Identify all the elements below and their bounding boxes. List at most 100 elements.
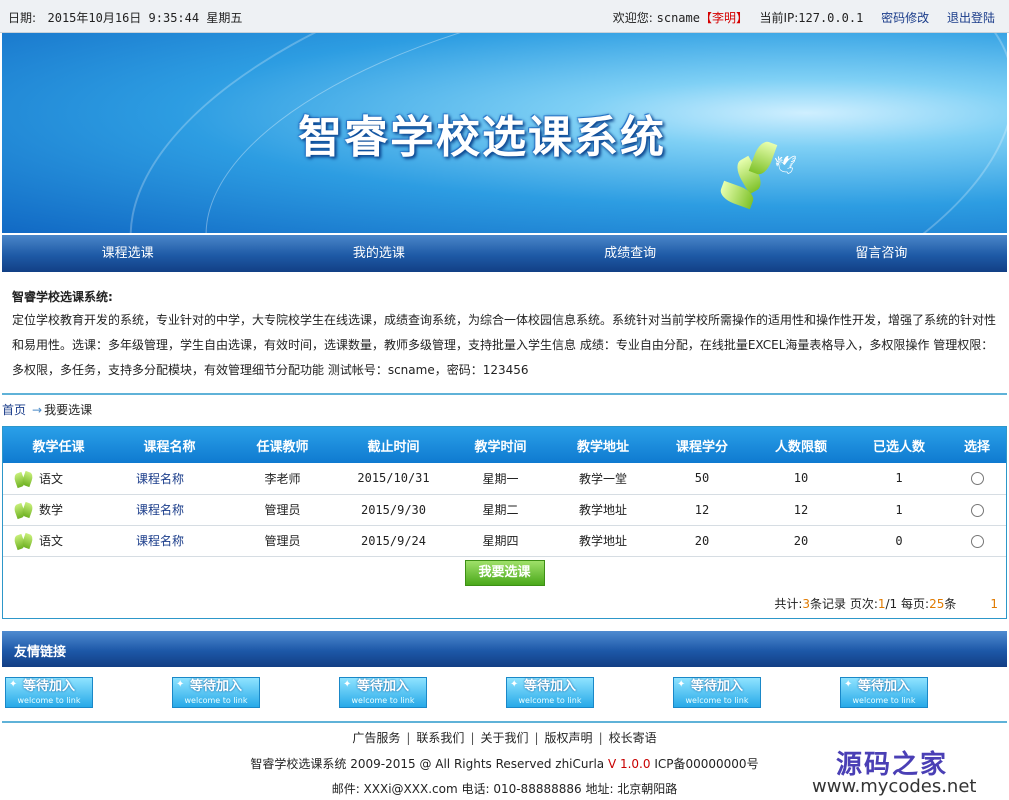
intro-line: 多权限，多任务，支持多分配模块，有效管理细节分配功能 测试帐号：scname，密… [12, 363, 529, 377]
nav-item-grades[interactable]: 成绩查询 [505, 235, 756, 272]
pagination: 共计:3条记录 页次:1/1 每页:25条 1 [774, 595, 998, 612]
course-name-link[interactable]: 课程名称 [136, 503, 184, 517]
footer-divider [2, 721, 1007, 723]
friend-link-button[interactable]: ✦ 等待加入 welcome to link [339, 677, 427, 708]
per-page-unit: 条 [944, 597, 957, 611]
leaf-icon [13, 502, 33, 518]
course-name-link[interactable]: 课程名称 [136, 472, 184, 486]
ip-value: 127.0.0.1 [798, 11, 864, 25]
limit-cell: 12 [752, 494, 850, 526]
select-cell [948, 494, 1006, 526]
intro-line: 和易用性。选课：多年级管理，学生自由选课，有效时间，选课数量，教师多级管理，支持… [12, 338, 994, 352]
footer-link-copyright[interactable]: 版权声明 [545, 731, 593, 745]
icp-text: ICP备00000000号 [650, 757, 759, 771]
breadcrumb: 首页 → 我要选课 [0, 398, 1009, 422]
date-display: 日期: 2015年10月16日 9:35:44 星期五 [8, 9, 242, 26]
bird-icon: 🕊 [774, 155, 797, 176]
version-text: V 1.0.0 [607, 757, 651, 771]
course-cell: 课程名称 [114, 494, 225, 526]
submit-area: 我要选课 [3, 557, 1006, 586]
nav-item-course-selection[interactable]: 课程选课 [2, 235, 253, 272]
place-cell: 教学地址 [554, 494, 652, 526]
chosen-cell: 1 [850, 494, 948, 526]
friend-link-text: 等待加入 [22, 679, 75, 694]
logout-link[interactable]: 退出登陆 [947, 11, 995, 25]
friend-link-button[interactable]: ✦ 等待加入 welcome to link [840, 677, 928, 708]
nav-item-messages[interactable]: 留言咨询 [756, 235, 1007, 272]
select-radio[interactable] [970, 534, 984, 548]
intro-heading: 智睿学校选课系统: [12, 290, 113, 304]
star-icon: ✦ [9, 679, 18, 690]
friend-links-header: 友情链接 [2, 631, 1007, 667]
friend-link-button[interactable]: ✦ 等待加入 welcome to link [5, 677, 93, 708]
top-bar: 日期: 2015年10月16日 9:35:44 星期五 欢迎您: scname【… [0, 0, 1009, 33]
footer-link-about[interactable]: 关于我们 [480, 731, 528, 745]
total-label: 共计: [774, 597, 803, 611]
course-panel: 教学任课 课程名称 任课教师 截止时间 教学时间 教学地址 课程学分 人数限额 … [2, 426, 1007, 619]
site-title: 智睿学校选课系统 [298, 112, 666, 163]
page-separator: /1 每页: [885, 597, 930, 611]
column-header: 教学任课 [3, 427, 114, 463]
per-page-count: 25 [929, 597, 945, 611]
credit-cell: 20 [652, 525, 752, 557]
table-row: 语文 课程名称 管理员 2015/9/24 星期四 教学地址 20 20 0 [3, 525, 1006, 557]
column-header: 教学时间 [447, 427, 554, 463]
subject-cell: 语文 [3, 525, 114, 557]
select-course-button[interactable]: 我要选课 [464, 559, 545, 586]
subject-text: 数学 [39, 502, 64, 517]
star-icon: ✦ [510, 679, 519, 690]
column-header: 人数限额 [752, 427, 850, 463]
column-header: 任课教师 [225, 427, 340, 463]
time-cell: 星期一 [447, 463, 554, 495]
friend-link-subtext: welcome to link [17, 696, 81, 705]
table-row: 语文 课程名称 李老师 2015/10/31 星期一 教学一堂 50 10 1 [3, 463, 1006, 495]
friend-link-text: 等待加入 [690, 679, 743, 694]
chosen-cell: 1 [850, 463, 948, 495]
footer-separator: | [534, 731, 539, 745]
friend-link-text: 等待加入 [189, 679, 242, 694]
welcome-label: 欢迎您: [612, 11, 653, 25]
arrow-right-icon: → [32, 403, 43, 417]
friend-link-button[interactable]: ✦ 等待加入 welcome to link [673, 677, 761, 708]
course-cell: 课程名称 [114, 525, 225, 557]
header-banner: 智睿学校选课系统 🕊 [2, 33, 1007, 233]
place-cell: 教学地址 [554, 525, 652, 557]
select-radio[interactable] [970, 503, 984, 517]
deadline-cell: 2015/10/31 [340, 463, 447, 495]
records-label: 条记录 页次: [810, 597, 878, 611]
friend-link-button[interactable]: ✦ 等待加入 welcome to link [506, 677, 594, 708]
total-count: 3 [802, 597, 811, 611]
breadcrumb-home[interactable]: 首页 [2, 403, 26, 417]
user-name: 【李明】 [699, 11, 748, 25]
star-icon: ✦ [343, 679, 352, 690]
subject-cell: 语文 [3, 463, 114, 495]
friend-link-subtext: welcome to link [184, 696, 248, 705]
footer-separator: | [406, 731, 411, 745]
change-password-link[interactable]: 密码修改 [881, 11, 929, 25]
column-header: 教学地址 [554, 427, 652, 463]
teacher-cell: 管理员 [225, 525, 340, 557]
friend-link-text: 等待加入 [356, 679, 409, 694]
course-table: 教学任课 课程名称 任课教师 截止时间 教学时间 教学地址 课程学分 人数限额 … [3, 427, 1006, 557]
main-nav: 课程选课 我的选课 成绩查询 留言咨询 [2, 235, 1007, 272]
footer-separator: | [598, 731, 603, 745]
nav-item-my-courses[interactable]: 我的选课 [253, 235, 504, 272]
select-radio[interactable] [970, 472, 984, 486]
footer-separator: | [470, 731, 475, 745]
footer-link-contact[interactable]: 联系我们 [416, 731, 464, 745]
subject-cell: 数学 [3, 494, 114, 526]
user-info: 欢迎您: scname【李明】 当前IP:127.0.0.1 密码修改 退出登陆 [613, 9, 995, 26]
course-cell: 课程名称 [114, 463, 225, 495]
column-header: 选择 [948, 427, 1006, 463]
friend-link-subtext: welcome to link [685, 696, 749, 705]
deadline-cell: 2015/9/24 [340, 525, 447, 557]
course-name-link[interactable]: 课程名称 [136, 534, 184, 548]
time-cell: 星期四 [447, 525, 554, 557]
select-cell [948, 525, 1006, 557]
column-header: 课程学分 [652, 427, 752, 463]
time-cell: 星期二 [447, 494, 554, 526]
footer-link-principal[interactable]: 校长寄语 [609, 731, 657, 745]
footer-link-ads[interactable]: 广告服务 [352, 731, 400, 745]
page-link-1[interactable]: 1 [990, 597, 998, 611]
friend-link-button[interactable]: ✦ 等待加入 welcome to link [172, 677, 260, 708]
